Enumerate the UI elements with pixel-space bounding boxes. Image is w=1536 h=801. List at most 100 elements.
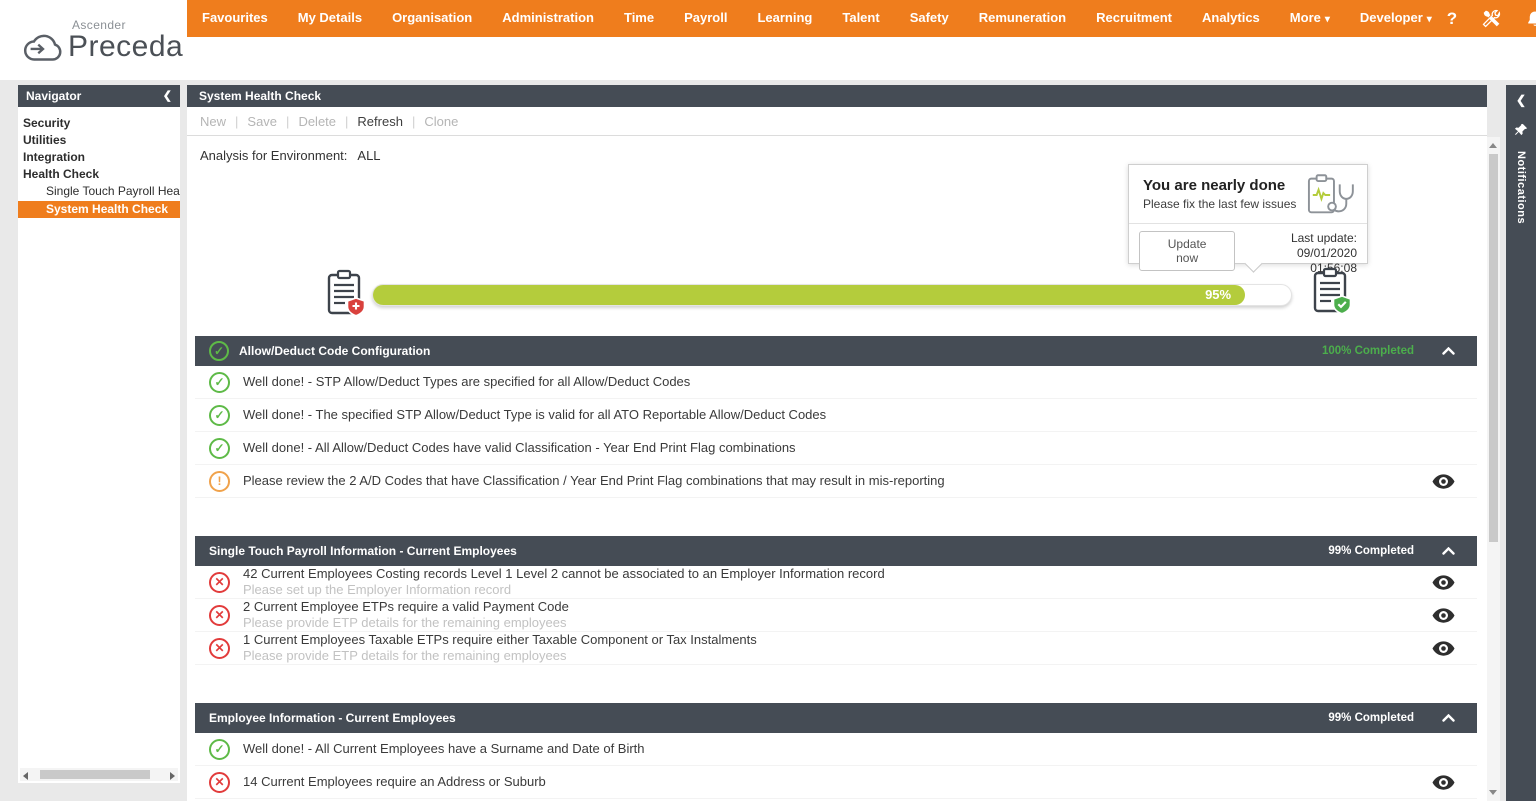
nav-item-learning[interactable]: Learning (742, 0, 827, 38)
nav-item-analytics[interactable]: Analytics (1187, 0, 1275, 38)
health-check-row: ✕ 2 Current Employee ETPs require a valid… (195, 599, 1477, 632)
collapse-chevron-up-icon[interactable] (1442, 714, 1455, 722)
section-employee-information-current-employees: Employee Information - Current Employees… (195, 703, 1477, 799)
save-button[interactable]: Save (247, 114, 277, 129)
clipboard-issues-icon (325, 268, 366, 322)
app-logo: Ascender Preceda (22, 12, 184, 72)
view-details-eye-icon[interactable] (1432, 574, 1455, 590)
health-check-row: ✕ 1 Current Employees Taxable ETPs requir… (195, 632, 1477, 665)
nav-dropdown-developer[interactable]: Developer ▾ (1345, 0, 1447, 38)
refresh-button[interactable]: Refresh (357, 114, 403, 129)
sidebar-item-integration[interactable]: Integration (18, 149, 180, 166)
row-text: 14 Current Employees require an Address … (243, 774, 546, 790)
main-nav: Favourites My Details Organisation Administ… (187, 0, 1536, 37)
view-details-eye-icon[interactable] (1432, 640, 1455, 656)
sidebar-item-system-health-check[interactable]: System Health Check (18, 201, 180, 218)
progress-bar-fill: 95% (373, 285, 1246, 305)
nav-item-my-details[interactable]: My Details (283, 0, 377, 38)
nav-item-recruitment[interactable]: Recruitment (1081, 0, 1187, 38)
sidebar-item-utilities[interactable]: Utilities (18, 132, 180, 149)
nav-dropdown-more[interactable]: More ▾ (1275, 0, 1345, 38)
brand-preceda: Preceda (68, 30, 184, 63)
row-text: Well done! - All Allow/Deduct Codes have… (243, 440, 796, 456)
check-circle-icon: ✓ (209, 437, 230, 459)
content-body: Analysis for Environment: ALL You are nea… (187, 136, 1487, 801)
row-text: 1 Current Employees Taxable ETPs require… (243, 632, 757, 664)
clone-button[interactable]: Clone (424, 114, 458, 129)
delete-button[interactable]: Delete (298, 114, 336, 129)
view-details-eye-icon[interactable] (1432, 774, 1455, 790)
nav-item-favourites[interactable]: Favourites (187, 0, 283, 38)
analysis-label: Analysis for Environment: (200, 148, 348, 163)
tools-icon[interactable] (1482, 9, 1501, 28)
row-message: Well done! - The specified STP Allow/Ded… (243, 407, 827, 422)
chevron-down-icon: ▾ (1324, 14, 1330, 25)
view-details-eye-icon[interactable] (1432, 607, 1455, 623)
nav-icons: ? (1447, 9, 1536, 29)
sidebar-item-health-check[interactable]: Health Check (18, 166, 180, 183)
hscroll-thumb[interactable] (40, 770, 150, 779)
row-message: Please review the 2 A/D Codes that have … (243, 473, 945, 488)
health-check-row: ✓ Well done! - The specified STP Allow/De… (195, 399, 1477, 432)
health-check-row: ! Please review the 2 A/D Codes that have… (195, 465, 1477, 498)
scroll-up-arrow[interactable] (1487, 139, 1500, 152)
row-instruction: Please provide ETP details for the remai… (243, 648, 567, 663)
notifications-rail: ❮ Notifications (1506, 85, 1536, 801)
toolbar: New | Save | Delete | Refresh | Clone (187, 107, 1487, 136)
cloud-logo-icon (22, 32, 66, 69)
progress-bar-track: 95% (372, 284, 1292, 306)
update-now-button[interactable]: Update now (1139, 231, 1236, 271)
nav-item-remuneration[interactable]: Remuneration (964, 0, 1081, 38)
row-instruction: Please provide ETP details for the remai… (243, 615, 567, 630)
section-header[interactable]: ✓ Allow/Deduct Code Configuration 100% Com… (195, 336, 1477, 366)
nav-item-organisation[interactable]: Organisation (377, 0, 487, 38)
main-content: System Health Check New | Save | Delete | Refr… (187, 85, 1487, 801)
collapse-chevron-up-icon[interactable] (1442, 547, 1455, 555)
collapse-chevron-up-icon[interactable] (1442, 347, 1455, 355)
analysis-row: Analysis for Environment: ALL (200, 148, 381, 163)
health-check-row: ✕ 42 Current Employees Costing records Le… (195, 566, 1477, 599)
progress-percent-label: 95% (1205, 287, 1232, 302)
toolbar-separator: | (345, 113, 349, 129)
vscroll-thumb[interactable] (1489, 154, 1498, 542)
health-check-stethoscope-icon (1307, 172, 1359, 223)
toolbar-separator: | (235, 113, 239, 129)
navigator-items: Security Utilities Integration Health Check… (18, 107, 180, 218)
nav-item-time[interactable]: Time (609, 0, 669, 38)
section-header[interactable]: Single Touch Payroll Information - Curre… (195, 536, 1477, 566)
check-circle-icon: ✓ (209, 738, 230, 760)
pin-icon[interactable] (1506, 123, 1536, 137)
nav-item-talent[interactable]: Talent (827, 0, 894, 38)
row-message: Well done! - All Current Employees have … (243, 741, 645, 756)
nav-item-administration[interactable]: Administration (487, 0, 609, 38)
error-circle-icon: ✕ (209, 637, 230, 659)
new-button[interactable]: New (200, 114, 226, 129)
row-message: 42 Current Employees Costing records Lev… (243, 566, 885, 581)
view-details-eye-icon[interactable] (1432, 473, 1455, 489)
row-text: 42 Current Employees Costing records Lev… (243, 566, 885, 598)
notifications-tab[interactable]: Notifications (1515, 151, 1527, 224)
sidebar-item-security[interactable]: Security (18, 115, 180, 132)
nav-item-payroll[interactable]: Payroll (669, 0, 742, 38)
navigator-collapse-icon[interactable]: ❮ (163, 85, 172, 107)
row-instruction: Please set up the Employer Information r… (243, 582, 512, 597)
navigator-hscrollbar (20, 768, 178, 781)
sidebar-item-single-touch-payroll-health-check[interactable]: Single Touch Payroll Health Check (18, 183, 180, 200)
section-single-touch-payroll-information-current-employees: Single Touch Payroll Information - Curre… (195, 536, 1477, 665)
error-circle-icon: ✕ (209, 604, 230, 626)
notifications-collapse-icon[interactable]: ❮ (1506, 93, 1536, 107)
top-header: Ascender Preceda Favourites My Details Org… (0, 0, 1536, 80)
app-screen: Ascender Preceda Favourites My Details Org… (0, 0, 1536, 801)
nav-item-safety[interactable]: Safety (895, 0, 964, 38)
help-icon[interactable]: ? (1447, 9, 1457, 29)
scroll-down-arrow[interactable] (1487, 786, 1500, 799)
scroll-right-arrow[interactable] (166, 768, 178, 781)
toolbar-separator: | (286, 113, 290, 129)
notifications-bell-icon[interactable] (1526, 10, 1536, 28)
scroll-left-arrow[interactable] (20, 768, 32, 781)
health-check-sections: ✓ Allow/Deduct Code Configuration 100% Com… (195, 336, 1477, 801)
section-header[interactable]: Employee Information - Current Employees… (195, 703, 1477, 733)
row-message: 14 Current Employees require an Address … (243, 774, 546, 789)
content-vscrollbar (1487, 137, 1500, 801)
completed-badge: 99% Completed (1328, 712, 1414, 724)
